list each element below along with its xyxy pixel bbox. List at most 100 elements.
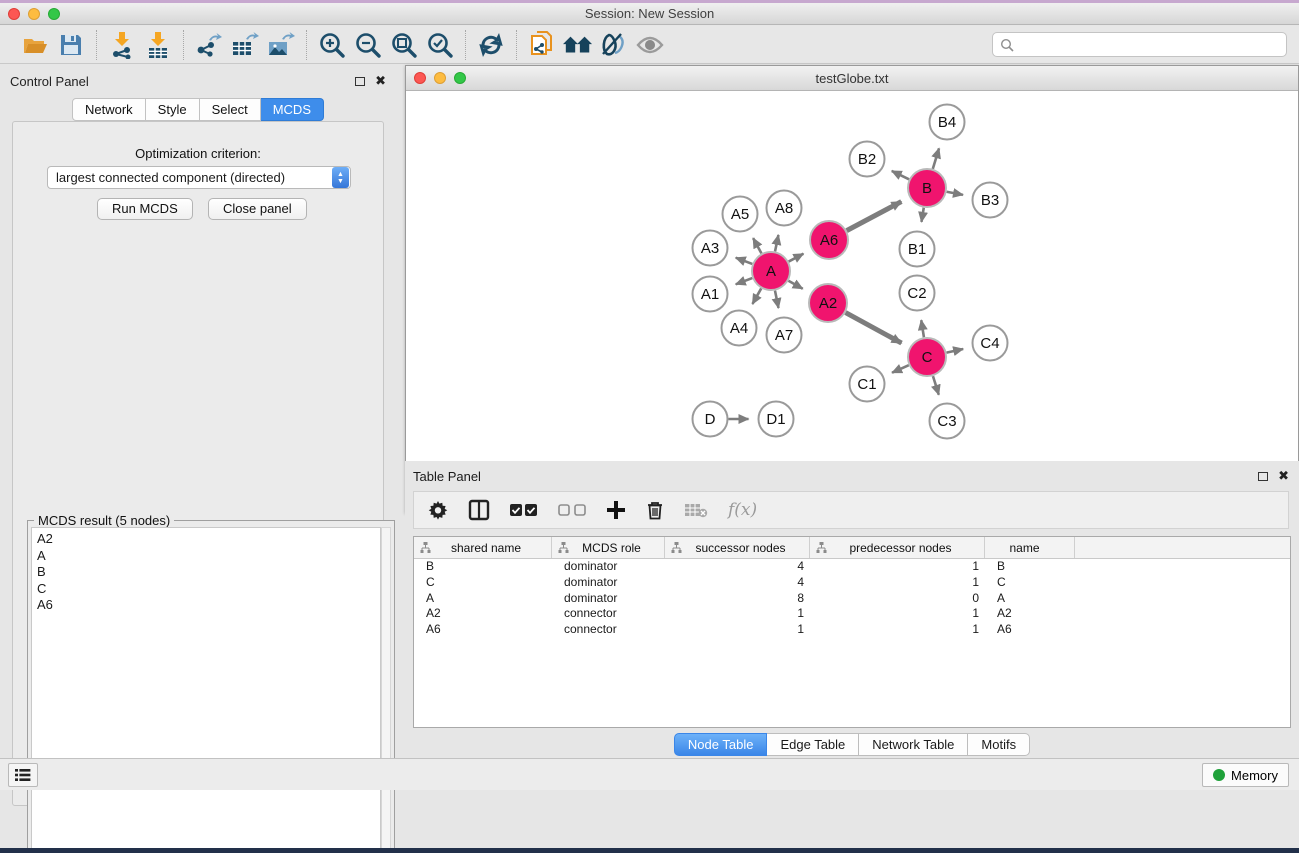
edge-A-A4[interactable] <box>752 288 761 304</box>
column-header[interactable]: predecessor nodes <box>810 537 985 558</box>
table-row[interactable]: Cdominator41C <box>414 575 1290 591</box>
edge-A-A8[interactable] <box>775 235 778 251</box>
table-row[interactable]: A2connector11A2 <box>414 606 1290 622</box>
close-table-panel-icon[interactable]: ✖ <box>1278 471 1289 481</box>
open-file-icon[interactable] <box>20 30 50 60</box>
column-header[interactable]: shared name <box>414 537 552 558</box>
mcds-result-list[interactable]: A2ABCA6 <box>31 527 381 853</box>
export-image-icon[interactable] <box>266 30 296 60</box>
network-graph[interactable]: B4B2BB3A8A5A6B1A3AC2A1A2A4A7C4CC1DD1C3 <box>406 91 1298 512</box>
float-panel-icon[interactable] <box>355 77 365 86</box>
table-row[interactable]: Adominator80A <box>414 591 1290 607</box>
node-label-C: C <box>922 349 933 366</box>
edge-B-B2[interactable] <box>892 171 909 179</box>
tab-node-table[interactable]: Node Table <box>674 733 768 756</box>
zoom-selected-icon[interactable] <box>425 30 455 60</box>
select-all-checks-icon[interactable] <box>510 503 538 517</box>
function-builder-icon[interactable]: f(x) <box>728 500 757 520</box>
column-header[interactable]: name <box>985 537 1075 558</box>
table-cell: 1 <box>810 622 985 638</box>
tab-select[interactable]: Select <box>200 98 261 121</box>
table-cell: A <box>985 591 1075 607</box>
optimization-criterion-select[interactable]: largest connected component (directed) ▲… <box>47 166 351 189</box>
zoom-in-icon[interactable] <box>317 30 347 60</box>
search-field[interactable] <box>992 32 1287 57</box>
settings-gear-icon[interactable] <box>428 500 448 520</box>
save-session-icon[interactable] <box>56 30 86 60</box>
clear-checks-icon[interactable] <box>558 503 586 517</box>
network-window-titlebar[interactable]: testGlobe.txt <box>406 66 1298 91</box>
mcds-result-item[interactable]: B <box>37 564 380 581</box>
import-network-icon[interactable] <box>107 30 137 60</box>
tab-style[interactable]: Style <box>146 98 200 121</box>
split-columns-icon[interactable] <box>468 499 490 521</box>
mcds-result-item[interactable]: A6 <box>37 597 380 614</box>
edge-A-A1[interactable] <box>736 278 753 284</box>
duplicate-network-icon[interactable] <box>527 30 557 60</box>
paint-visual-style-icon[interactable] <box>599 30 629 60</box>
edge-C-C4[interactable] <box>947 349 964 353</box>
edge-A2-C[interactable] <box>846 313 902 344</box>
delete-table-icon[interactable] <box>684 502 708 518</box>
table-cell: C <box>985 575 1075 591</box>
column-header[interactable]: MCDS role <box>552 537 665 558</box>
edge-C-C1[interactable] <box>892 365 909 373</box>
edge-B-B4[interactable] <box>933 148 939 169</box>
zoom-out-icon[interactable] <box>353 30 383 60</box>
close-panel-icon[interactable]: ✖ <box>375 76 386 86</box>
table-cell: 1 <box>665 606 810 622</box>
home-icon[interactable] <box>563 30 593 60</box>
edge-C-C2[interactable] <box>921 320 924 337</box>
network-canvas[interactable]: B4B2BB3A8A5A6B1A3AC2A1A2A4A7C4CC1DD1C3 <box>406 91 1298 512</box>
edge-A-A5[interactable] <box>753 238 761 253</box>
hierarchy-icon <box>558 542 569 553</box>
table-row[interactable]: Bdominator41B <box>414 559 1290 575</box>
delete-column-trash-icon[interactable] <box>646 500 664 520</box>
table-cell: 0 <box>810 591 985 607</box>
edge-A-A2[interactable] <box>788 281 802 289</box>
tab-network-table[interactable]: Network Table <box>859 733 968 756</box>
search-icon <box>999 37 1015 53</box>
task-history-icon[interactable] <box>8 763 38 787</box>
add-column-icon[interactable] <box>606 500 626 520</box>
mcds-result-item[interactable]: A <box>37 548 380 565</box>
import-table-icon[interactable] <box>143 30 173 60</box>
application-window: Session: New Session <box>0 3 1299 848</box>
float-table-panel-icon[interactable] <box>1258 472 1268 481</box>
table-cell: 1 <box>810 559 985 575</box>
tab-network[interactable]: Network <box>72 98 146 121</box>
refresh-icon[interactable] <box>476 30 506 60</box>
table-cell: B <box>985 559 1075 575</box>
table-cell: dominator <box>552 559 665 575</box>
tab-mcds[interactable]: MCDS <box>261 98 324 121</box>
export-network-icon[interactable] <box>194 30 224 60</box>
mcds-result-item[interactable]: A2 <box>37 531 380 548</box>
memory-button[interactable]: Memory <box>1202 763 1289 787</box>
zoom-fit-icon[interactable] <box>389 30 419 60</box>
tab-edge-table[interactable]: Edge Table <box>767 733 859 756</box>
table-panel-title: Table Panel <box>413 469 481 484</box>
table-header-row: shared nameMCDS rolesuccessor nodesprede… <box>414 537 1290 559</box>
tab-motifs[interactable]: Motifs <box>968 733 1030 756</box>
edge-A-A6[interactable] <box>789 254 804 262</box>
node-label-A7: A7 <box>775 327 793 344</box>
edge-B-B1[interactable] <box>921 208 923 222</box>
mcds-result-scrollbar[interactable] <box>381 527 391 853</box>
control-panel-tabs: NetworkStyleSelectMCDS <box>4 98 392 121</box>
show-hide-eye-icon[interactable] <box>635 30 665 60</box>
table-cell: 1 <box>810 606 985 622</box>
edge-C-C3[interactable] <box>933 376 939 395</box>
table-row[interactable]: A6connector11A6 <box>414 622 1290 638</box>
edge-A-A3[interactable] <box>736 258 753 264</box>
edge-A-A7[interactable] <box>775 291 779 308</box>
mcds-result-item[interactable]: C <box>37 581 380 598</box>
table-cell: 4 <box>665 575 810 591</box>
run-mcds-button[interactable]: Run MCDS <box>97 198 193 220</box>
mcds-result-title: MCDS result (5 nodes) <box>34 513 174 528</box>
close-panel-button[interactable]: Close panel <box>208 198 307 220</box>
edge-A6-B[interactable] <box>847 202 902 231</box>
export-table-icon[interactable] <box>230 30 260 60</box>
column-header[interactable]: successor nodes <box>665 537 810 558</box>
edge-B-B3[interactable] <box>947 192 963 195</box>
search-input[interactable] <box>1015 38 1286 52</box>
